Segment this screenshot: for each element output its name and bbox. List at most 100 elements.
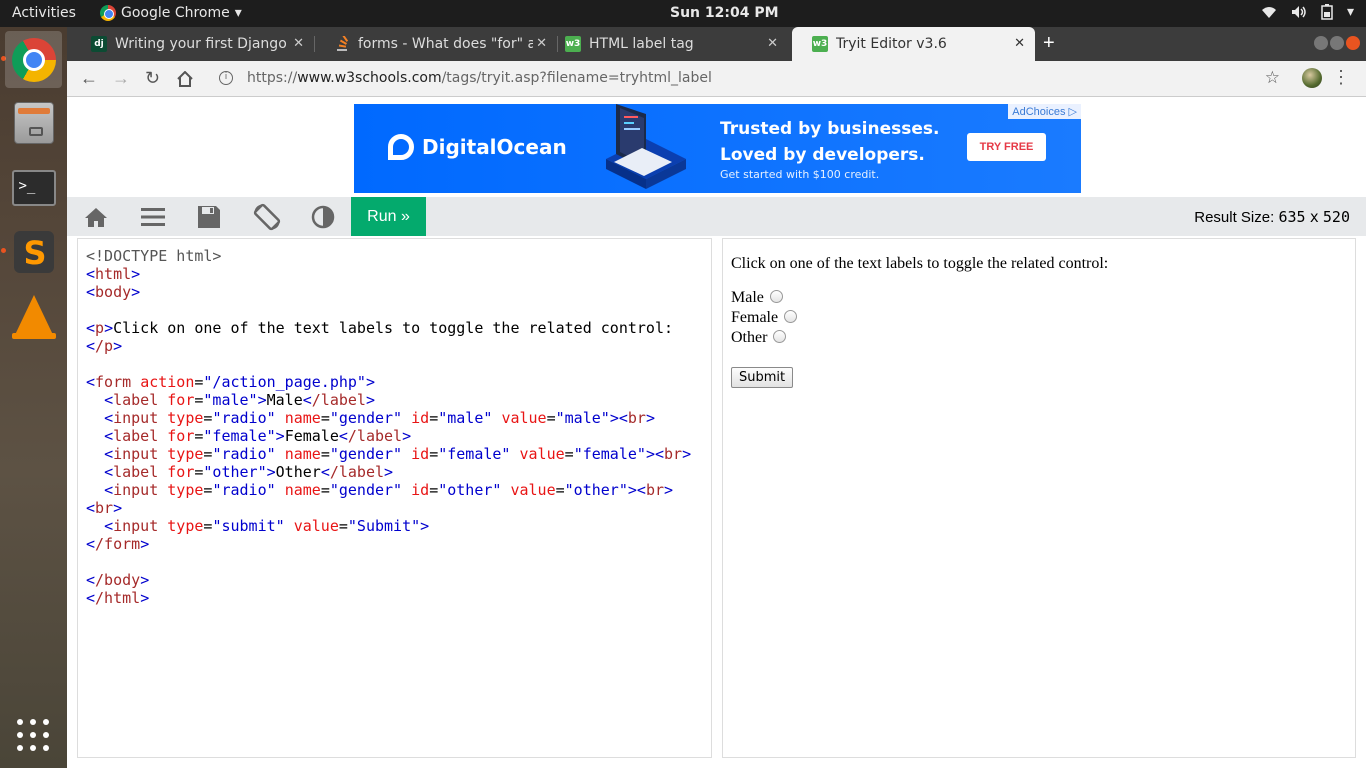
ad-brand: DigitalOcean: [422, 135, 567, 159]
code-line: <input type="radio" name="gender" id="ma…: [104, 409, 655, 427]
code-line: </html>: [86, 589, 150, 607]
chevron-down-icon: ▾: [234, 5, 242, 21]
code-line: <label for="male">Male</label>: [104, 391, 375, 409]
show-apps-icon: [16, 718, 51, 753]
ad-headline-line2: Loved by developers.: [720, 145, 925, 165]
try-free-button[interactable]: TRY FREE: [967, 133, 1046, 161]
result-width: 635: [1278, 208, 1306, 226]
w3schools-favicon-icon: w3: [812, 36, 828, 52]
radio-male[interactable]: [769, 290, 783, 303]
ad-headline: Trusted by businesses. Loved by develope…: [720, 116, 939, 168]
tab-title: Tryit Editor v3.6: [836, 36, 947, 52]
radio-row-other: Other: [731, 329, 787, 347]
dock-show-apps[interactable]: [5, 707, 62, 764]
system-tray[interactable]: ▾: [1261, 4, 1354, 20]
code-content[interactable]: <!DOCTYPE html> <html> <body> <p>Click on o…: [86, 247, 691, 607]
radio-female[interactable]: [784, 310, 798, 323]
close-icon[interactable]: ✕: [767, 36, 778, 51]
rotate-orientation-icon[interactable]: [252, 202, 282, 232]
save-icon[interactable]: [196, 205, 222, 229]
activities-button[interactable]: Activities: [12, 5, 76, 21]
digitalocean-ad-banner[interactable]: DigitalOcean Trusted by businesses. Love…: [354, 104, 1081, 193]
address-bar: ← → ↻ i https://www.w3schools.com/tags/t…: [67, 61, 1366, 97]
code-line: </p>: [86, 337, 123, 355]
tab-title: forms - What does "for" at: [358, 36, 533, 52]
menu-icon[interactable]: [140, 205, 166, 229]
clock[interactable]: Sun 12:04 PM: [670, 5, 779, 21]
w3schools-favicon-icon: w3: [565, 36, 581, 52]
digitalocean-mark-icon: [388, 134, 414, 160]
window-controls: [1314, 36, 1360, 50]
maximize-icon[interactable]: [1330, 36, 1344, 50]
home-icon[interactable]: [176, 71, 194, 87]
stackoverflow-favicon-icon: [337, 36, 349, 51]
dock-files[interactable]: [5, 94, 62, 151]
dock-vlc[interactable]: [5, 287, 62, 344]
tryit-toolbar: Run » Result Size: 635 x 520: [67, 197, 1366, 236]
dock-sublime-text[interactable]: [5, 223, 62, 280]
tab-html-label[interactable]: w3 HTML label tag ✕: [545, 27, 788, 61]
battery-icon: [1321, 4, 1333, 20]
tab-title: Writing your first Django: [115, 36, 287, 52]
code-line: <label for="female">Female</label>: [104, 427, 412, 445]
radio-other[interactable]: [773, 330, 787, 343]
app-menu-label: Google Chrome: [121, 5, 230, 21]
tab-tryit-editor[interactable]: w3 Tryit Editor v3.6 ✕: [792, 27, 1035, 61]
label-male[interactable]: Male: [731, 289, 764, 307]
code-line: <html>: [86, 265, 141, 283]
url-path: /tags/tryit.asp?filename=tryhtml_label: [441, 70, 712, 86]
django-favicon-icon: dj: [91, 36, 107, 52]
theme-toggle-icon[interactable]: [310, 205, 336, 229]
tab-title: HTML label tag: [589, 36, 694, 52]
result-size-label: Result Size:: [1194, 209, 1279, 226]
code-editor[interactable]: <!DOCTYPE html> <html> <body> <p>Click on o…: [77, 238, 712, 758]
back-icon[interactable]: ←: [80, 68, 98, 89]
ad-subtext: Get started with $100 credit.: [720, 168, 880, 181]
chrome-window: dj Writing your first Django ✕ forms - W…: [67, 27, 1366, 768]
code-line: </form>: [86, 535, 150, 553]
vlc-icon: [11, 294, 56, 339]
dock-terminal[interactable]: >_: [5, 159, 62, 216]
minimize-icon[interactable]: [1314, 36, 1328, 50]
code-line: <body>: [86, 283, 141, 301]
code-line: <input type="radio" name="gender" id="ot…: [104, 481, 674, 499]
profile-avatar[interactable]: [1302, 68, 1322, 88]
url-field[interactable]: i https://www.w3schools.com/tags/tryit.a…: [219, 70, 712, 86]
close-icon[interactable]: ✕: [293, 36, 304, 51]
forward-icon[interactable]: →: [112, 68, 130, 89]
page-content: DigitalOcean Trusted by businesses. Love…: [67, 98, 1366, 768]
app-menu[interactable]: Google Chrome ▾: [100, 5, 242, 21]
home-icon[interactable]: [83, 205, 109, 229]
window-close-icon[interactable]: [1346, 36, 1360, 50]
result-intro-text: Click on one of the text labels to toggl…: [731, 255, 1109, 272]
new-tab-icon[interactable]: +: [1043, 32, 1055, 55]
files-icon: [13, 101, 54, 144]
label-female[interactable]: Female: [731, 309, 778, 327]
menu-kebab-icon[interactable]: ⋮: [1332, 67, 1350, 88]
terminal-icon: >_: [11, 169, 56, 206]
tab-stackoverflow[interactable]: forms - What does "for" at ✕: [314, 27, 557, 61]
submit-button[interactable]: Submit: [731, 367, 794, 388]
code-line: <form action="/action_page.php">: [86, 373, 375, 391]
adchoices-label: AdChoices: [1012, 106, 1066, 118]
radio-row-male: Male: [731, 289, 783, 307]
wifi-icon: [1261, 7, 1276, 18]
sublime-text-icon: [13, 230, 54, 273]
info-icon[interactable]: i: [219, 71, 233, 85]
code-line: </body>: [86, 571, 150, 589]
code-line: <p>Click on one of the text labels to to…: [86, 319, 674, 337]
laptop-illustration-icon: [606, 104, 686, 189]
result-frame: Click on one of the text labels to toggl…: [722, 238, 1356, 758]
adchoices-badge[interactable]: AdChoices ▷: [1008, 104, 1081, 119]
volume-icon: [1291, 6, 1306, 18]
code-line: <input type="radio" name="gender" id="fe…: [104, 445, 692, 463]
label-other[interactable]: Other: [731, 329, 767, 347]
run-button[interactable]: Run »: [351, 197, 426, 236]
close-icon[interactable]: ✕: [1014, 36, 1025, 51]
bookmark-star-icon[interactable]: ☆: [1265, 68, 1280, 88]
tab-django[interactable]: dj Writing your first Django ✕: [71, 27, 314, 61]
reload-icon[interactable]: ↻: [145, 68, 160, 89]
digitalocean-logo: DigitalOcean: [388, 134, 567, 160]
dock-chrome[interactable]: [5, 31, 62, 88]
